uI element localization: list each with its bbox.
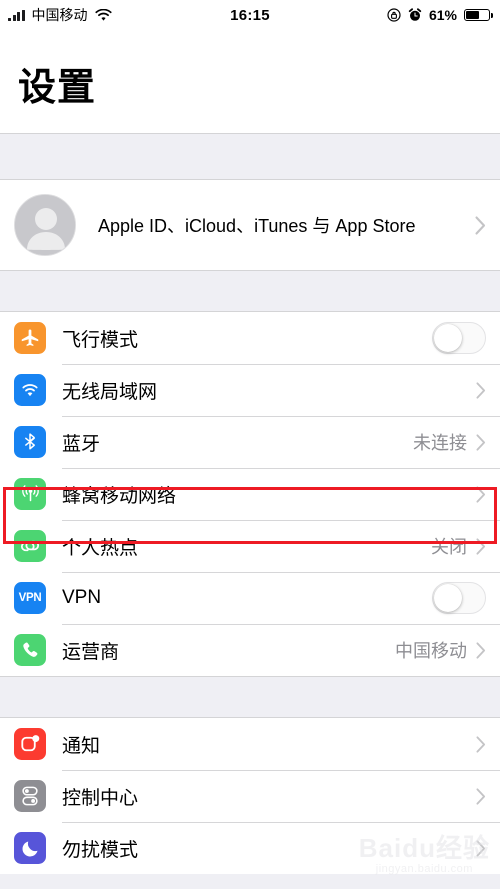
- status-clock: 16:15: [230, 6, 270, 24]
- settings-row-label: 通知: [62, 735, 101, 757]
- airplane-icon: [14, 322, 46, 354]
- vpn-icon: VPN: [14, 582, 46, 614]
- settings-row-label: 勿扰模式: [62, 839, 139, 861]
- chevron-right-icon: [476, 735, 486, 753]
- settings-row-personal-hotspot[interactable]: 个人热点 关闭: [0, 520, 500, 572]
- chevron-right-icon: [475, 215, 486, 235]
- apple-id-label: Apple ID、iCloud、iTunes 与 App Store: [98, 216, 416, 236]
- toggle-knob: [434, 584, 462, 612]
- chevron-right-icon: [476, 787, 486, 805]
- moon-icon: [14, 832, 46, 864]
- settings-row-label: VPN: [62, 587, 102, 608]
- section-gap-middle: [0, 270, 500, 312]
- settings-row-label: 个人热点: [62, 537, 139, 559]
- settings-row-notifications[interactable]: 通知: [0, 718, 500, 770]
- settings-row-bluetooth[interactable]: 蓝牙 未连接: [0, 416, 500, 468]
- settings-row-vpn[interactable]: VPN VPN: [0, 572, 500, 624]
- chevron-right-icon: [476, 641, 486, 659]
- hotspot-link-icon: [14, 530, 46, 562]
- settings-row-label: 飞行模式: [62, 329, 139, 351]
- toggle-knob: [434, 324, 462, 352]
- settings-row-label: 运营商: [62, 641, 120, 663]
- wifi-icon: [14, 374, 46, 406]
- toggle-switch-vpn[interactable]: [432, 582, 486, 614]
- cellular-antenna-icon: [14, 478, 46, 510]
- settings-row-label: 蜂窝移动网络: [62, 485, 177, 507]
- settings-row-airplane-mode[interactable]: 飞行模式: [0, 312, 500, 364]
- notification-badge-icon: [14, 728, 46, 760]
- apple-id-row[interactable]: Apple ID、iCloud、iTunes 与 App Store: [0, 180, 500, 270]
- settings-row-value: 未连接: [413, 433, 467, 453]
- settings-row-cellular[interactable]: 蜂窝移动网络: [0, 468, 500, 520]
- chevron-right-icon: [476, 433, 486, 451]
- bluetooth-icon: [14, 426, 46, 458]
- section-gap-lower: [0, 676, 500, 718]
- settings-row-wifi[interactable]: 无线局域网: [0, 364, 500, 416]
- page-title: 设置: [0, 30, 500, 133]
- settings-row-control-center[interactable]: 控制中心: [0, 770, 500, 822]
- chevron-right-icon: [476, 839, 486, 857]
- toggle-switch-airplane-mode[interactable]: [432, 322, 486, 354]
- settings-row-label: 蓝牙: [62, 433, 101, 455]
- person-avatar-icon: [14, 194, 76, 256]
- chevron-right-icon: [476, 485, 486, 503]
- phone-icon: [14, 634, 46, 666]
- chevron-right-icon: [476, 537, 486, 555]
- settings-row-do-not-disturb[interactable]: 勿扰模式: [0, 822, 500, 874]
- settings-group-connectivity: 飞行模式无线局域网蓝牙 未连接蜂窝移动网络 个人热点 关闭 VPN VPN 运营商 中国移动: [0, 312, 500, 676]
- chevron-right-icon: [476, 381, 486, 399]
- ios-settings-screen: 中国移动 16:15 61% 设置 Apple ID、iCloud、iTunes…: [0, 0, 500, 889]
- settings-row-label: 控制中心: [62, 787, 139, 809]
- control-center-toggles-icon: [14, 780, 46, 812]
- section-gap-top: [0, 133, 500, 180]
- status-bar: 中国移动 16:15 61%: [0, 0, 500, 30]
- settings-row-value: 中国移动: [395, 641, 467, 661]
- settings-row-label: 无线局域网: [62, 381, 158, 403]
- settings-row-value: 关闭: [431, 537, 467, 557]
- settings-row-carrier[interactable]: 运营商 中国移动: [0, 624, 500, 676]
- battery-icon: [464, 8, 493, 22]
- settings-group-system: 通知控制中心勿扰模式: [0, 718, 500, 874]
